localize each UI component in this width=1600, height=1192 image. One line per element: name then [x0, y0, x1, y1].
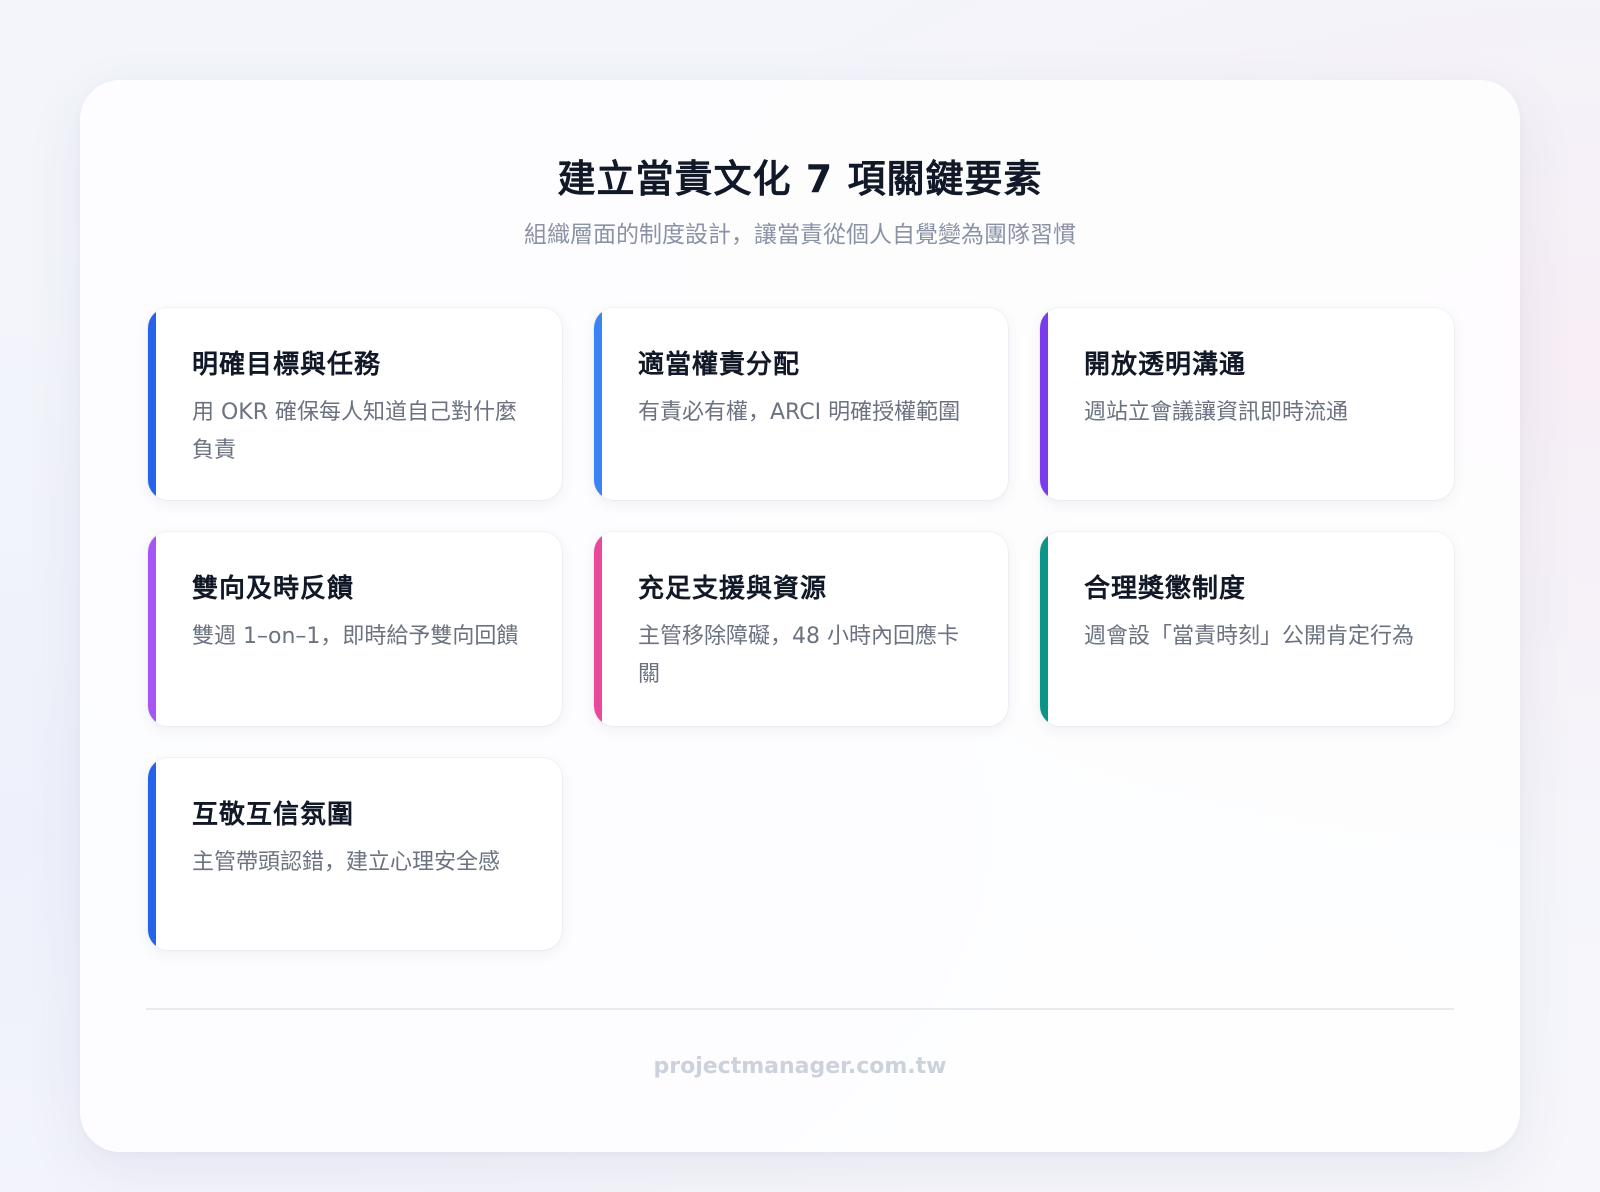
- element-title: 開放透明溝通: [1084, 350, 1247, 380]
- element-title: 互敬互信氛圍: [192, 800, 355, 830]
- footer-divider: [146, 1008, 1454, 1010]
- element-description: 週會設「當責時刻」公開肯定行為: [1084, 624, 1415, 649]
- accent-bar: [148, 532, 156, 726]
- element-description: 主管移除障礙，48 小時內回應卡關: [638, 624, 959, 687]
- element-card-1: 明確目標與任務 用 OKR 確保每人知道自己對什麼負責: [148, 308, 562, 500]
- element-description: 用 OKR 確保每人知道自己對什麼負責: [192, 400, 518, 463]
- element-title: 合理獎懲制度: [1084, 574, 1247, 604]
- element-card-2: 適當權責分配 有責必有權，ARCI 明確授權範圍: [594, 308, 1008, 500]
- footer-url: projectmanager.com.tw: [653, 1054, 947, 1079]
- accent-bar: [594, 532, 602, 726]
- accent-bar: [148, 758, 156, 950]
- element-description: 週站立會議讓資訊即時流通: [1084, 400, 1349, 425]
- accent-bar: [148, 308, 156, 500]
- element-title: 明確目標與任務: [192, 350, 382, 380]
- accent-bar: [594, 308, 602, 500]
- element-card-5: 充足支援與資源 主管移除障礙，48 小時內回應卡關: [594, 532, 1008, 726]
- element-card-6: 合理獎懲制度 週會設「當責時刻」公開肯定行為: [1040, 532, 1454, 726]
- accent-bar: [1040, 308, 1048, 500]
- element-description: 有責必有權，ARCI 明確授權範圍: [638, 400, 961, 425]
- element-card-7: 互敬互信氛圍 主管帶頭認錯，建立心理安全感: [148, 758, 562, 950]
- page-subtitle: 組織層面的制度設計，讓當責從個人自覺變為團隊習慣: [524, 222, 1076, 248]
- element-title: 充足支援與資源: [638, 574, 828, 604]
- page-title: 建立當責文化 7 項關鍵要素: [557, 157, 1043, 201]
- element-title: 適當權責分配: [638, 350, 801, 380]
- element-description: 雙週 1–on–1，即時給予雙向回饋: [192, 624, 519, 649]
- element-card-4: 雙向及時反饋 雙週 1–on–1，即時給予雙向回饋: [148, 532, 562, 726]
- accent-bar: [1040, 532, 1048, 726]
- element-title: 雙向及時反饋: [192, 574, 355, 604]
- element-card-3: 開放透明溝通 週站立會議讓資訊即時流通: [1040, 308, 1454, 500]
- element-description: 主管帶頭認錯，建立心理安全感: [192, 850, 501, 875]
